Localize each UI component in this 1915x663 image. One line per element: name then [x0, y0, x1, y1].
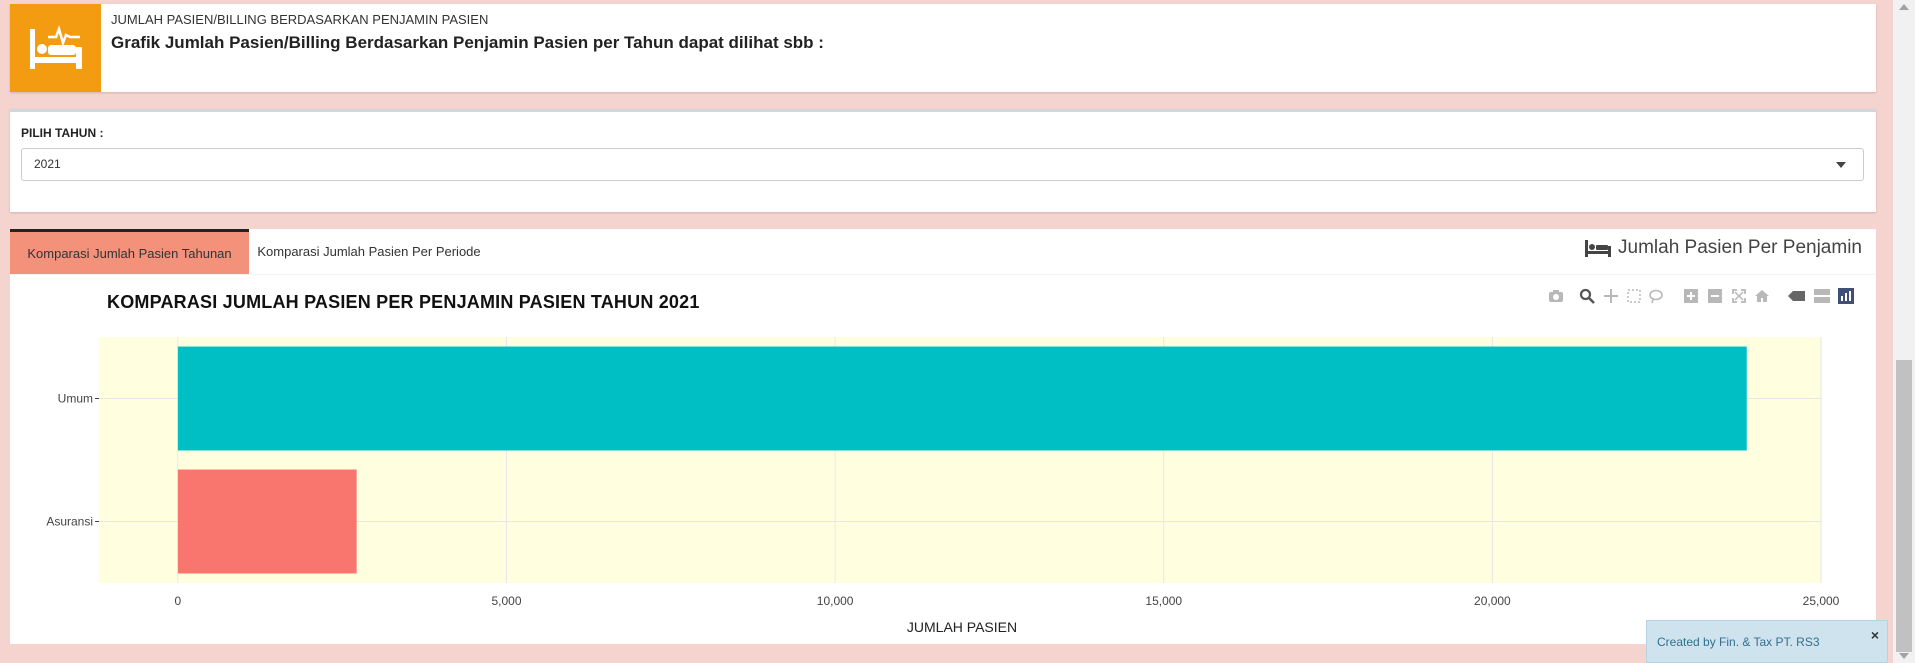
y-tick-label: Umum	[58, 392, 93, 406]
toast-notification: Created by Fin. & Tax PT. RS3 ×	[1646, 620, 1888, 663]
x-tick-label: 15,000	[1145, 594, 1182, 608]
bar-umum	[177, 346, 1747, 451]
bar-chart: 0 5,000 10,000 15,000 20,000 25,000 Umum Asuran…	[46, 337, 1840, 635]
scroll-down-icon[interactable]	[1899, 653, 1909, 659]
x-tick-label: 0	[175, 594, 182, 608]
x-tick-label: 5,000	[491, 594, 521, 608]
x-tick-label: 10,000	[817, 594, 854, 608]
toast-text: Created by Fin. & Tax PT. RS3	[1657, 635, 1820, 649]
bar-asuransi	[177, 469, 357, 574]
scroll-up-icon[interactable]	[1899, 4, 1909, 10]
close-icon[interactable]: ×	[1871, 627, 1879, 643]
x-tick-label: 20,000	[1474, 594, 1511, 608]
x-tick-label: 25,000	[1803, 594, 1840, 608]
x-axis-label: JUMLAH PASIEN	[907, 619, 1017, 635]
scrollbar-thumb[interactable]	[1896, 360, 1912, 652]
page-scrollbar[interactable]	[1893, 0, 1915, 663]
y-tick-label: Asuransi	[46, 515, 93, 529]
